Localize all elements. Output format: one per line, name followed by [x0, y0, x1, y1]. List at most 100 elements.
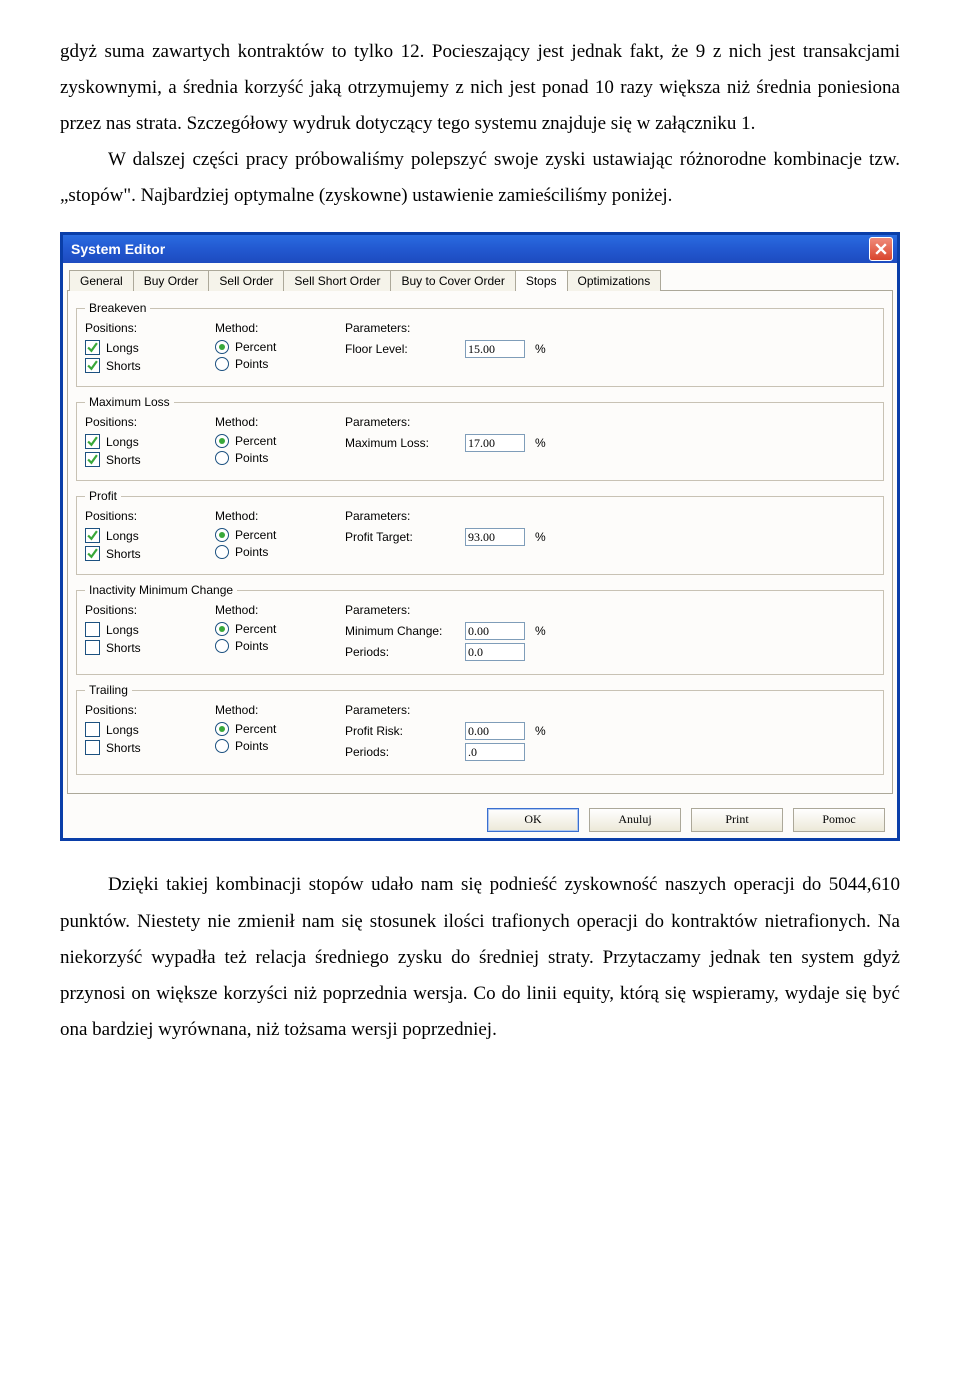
- group-column-headers: Positions:Method:Parameters:: [85, 415, 875, 429]
- group-column-headers: Positions:Method:Parameters:: [85, 603, 875, 617]
- param-label: Minimum Change:: [345, 624, 455, 638]
- tab-general[interactable]: General: [69, 270, 134, 291]
- points-radio[interactable]: Points: [215, 451, 345, 465]
- percent-sign: %: [535, 436, 551, 450]
- longs-label: Longs: [106, 341, 139, 355]
- checkbox-icon: [85, 358, 100, 373]
- radio-icon: [215, 639, 229, 653]
- tab-sell-order[interactable]: Sell Order: [208, 270, 284, 291]
- group-legend: Maximum Loss: [85, 395, 174, 409]
- param-input[interactable]: [465, 643, 525, 661]
- group-legend: Trailing: [85, 683, 132, 697]
- paragraph-2: W dalszej części pracy próbowaliśmy pole…: [60, 142, 900, 214]
- param-label: Maximum Loss:: [345, 436, 455, 450]
- parameters-header: Parameters:: [345, 703, 875, 717]
- group-row: Longs Shorts Percent PointsProfit Risk:%Per…: [85, 719, 875, 764]
- positions-header: Positions:: [85, 603, 215, 617]
- radio-icon: [215, 739, 229, 753]
- param-input[interactable]: [465, 528, 525, 546]
- positions-header: Positions:: [85, 509, 215, 523]
- dialog-button-row: OK Anuluj Print Pomoc: [67, 794, 893, 834]
- positions-col: Longs Shorts: [85, 525, 215, 564]
- group-legend: Profit: [85, 489, 121, 503]
- print-button[interactable]: Print: [691, 808, 783, 832]
- percent-radio[interactable]: Percent: [215, 528, 345, 542]
- parameters-col: Floor Level:%: [345, 337, 875, 376]
- param-input[interactable]: [465, 743, 525, 761]
- tab-bar: GeneralBuy OrderSell OrderSell Short Ord…: [67, 270, 893, 291]
- parameters-header: Parameters:: [345, 509, 875, 523]
- shorts-checkbox[interactable]: Shorts: [85, 452, 215, 467]
- param-input[interactable]: [465, 622, 525, 640]
- checkbox-icon: [85, 546, 100, 561]
- tab-stops[interactable]: Stops: [515, 270, 568, 291]
- method-col: Percent Points: [215, 619, 345, 664]
- shorts-checkbox[interactable]: Shorts: [85, 640, 215, 655]
- longs-checkbox[interactable]: Longs: [85, 722, 215, 737]
- longs-checkbox[interactable]: Longs: [85, 434, 215, 449]
- parameters-col: Minimum Change:%Periods:: [345, 619, 875, 664]
- tab-optimizations[interactable]: Optimizations: [567, 270, 662, 291]
- positions-col: Longs Shorts: [85, 719, 215, 764]
- param-input[interactable]: [465, 340, 525, 358]
- param-label: Floor Level:: [345, 342, 455, 356]
- percent-sign: %: [535, 624, 551, 638]
- tab-sell-short-order[interactable]: Sell Short Order: [283, 270, 391, 291]
- shorts-checkbox[interactable]: Shorts: [85, 740, 215, 755]
- longs-checkbox[interactable]: Longs: [85, 340, 215, 355]
- param-input[interactable]: [465, 722, 525, 740]
- points-radio[interactable]: Points: [215, 739, 345, 753]
- method-header: Method:: [215, 703, 345, 717]
- checkbox-icon: [85, 740, 100, 755]
- radio-icon: [215, 622, 229, 636]
- points-radio[interactable]: Points: [215, 357, 345, 371]
- shorts-checkbox[interactable]: Shorts: [85, 358, 215, 373]
- percent-radio[interactable]: Percent: [215, 340, 345, 354]
- tab-buy-order[interactable]: Buy Order: [133, 270, 210, 291]
- paragraph-1: gdyż suma zawartych kontraktów to tylko …: [60, 34, 900, 142]
- help-button[interactable]: Pomoc: [793, 808, 885, 832]
- window-close-button[interactable]: [869, 237, 893, 261]
- shorts-label: Shorts: [106, 741, 141, 755]
- group-legend: Inactivity Minimum Change: [85, 583, 237, 597]
- ok-button[interactable]: OK: [487, 808, 579, 832]
- param-line: Floor Level:%: [345, 340, 875, 358]
- percent-sign: %: [535, 342, 551, 356]
- longs-checkbox[interactable]: Longs: [85, 622, 215, 637]
- param-input[interactable]: [465, 434, 525, 452]
- group-row: Longs Shorts Percent PointsMinimum Change:%…: [85, 619, 875, 664]
- percent-radio[interactable]: Percent: [215, 434, 345, 448]
- percent-radio[interactable]: Percent: [215, 722, 345, 736]
- parameters-col: Profit Risk:%Periods:: [345, 719, 875, 764]
- tab-buy-to-cover-order[interactable]: Buy to Cover Order: [390, 270, 515, 291]
- group-profit: Profit Positions:Method:Parameters: Longs S…: [76, 489, 884, 575]
- shorts-checkbox[interactable]: Shorts: [85, 546, 215, 561]
- positions-col: Longs Shorts: [85, 619, 215, 664]
- system-editor-window: System Editor GeneralBuy OrderSell Order…: [60, 232, 900, 841]
- parameters-col: Profit Target:%: [345, 525, 875, 564]
- positions-col: Longs Shorts: [85, 431, 215, 470]
- group-breakeven: BreakevenPositions:Method:Parameters:Lon…: [76, 301, 884, 387]
- cancel-button[interactable]: Anuluj: [589, 808, 681, 832]
- longs-label: Longs: [106, 723, 139, 737]
- points-radio[interactable]: Points: [215, 639, 345, 653]
- points-radio[interactable]: Points: [215, 545, 345, 559]
- points-label: Points: [235, 545, 268, 559]
- group-row: Longs ShortsPercent PointsMaximum Loss:%: [85, 431, 875, 470]
- longs-label: Longs: [106, 529, 139, 543]
- positions-header: Positions:: [85, 415, 215, 429]
- percent-label: Percent: [235, 722, 276, 736]
- method-header: Method:: [215, 603, 345, 617]
- percent-sign: %: [535, 530, 551, 544]
- shorts-label: Shorts: [106, 359, 141, 373]
- checkbox-icon: [85, 434, 100, 449]
- group-inactivity-minimum-change: Inactivity Minimum Change Positions:Metho…: [76, 583, 884, 675]
- percent-label: Percent: [235, 622, 276, 636]
- radio-icon: [215, 357, 229, 371]
- positions-col: Longs Shorts: [85, 337, 215, 376]
- method-header: Method:: [215, 509, 345, 523]
- percent-radio[interactable]: Percent: [215, 622, 345, 636]
- longs-checkbox[interactable]: Longs: [85, 528, 215, 543]
- parameters-header: Parameters:: [345, 321, 875, 335]
- param-line: Minimum Change:%: [345, 622, 875, 640]
